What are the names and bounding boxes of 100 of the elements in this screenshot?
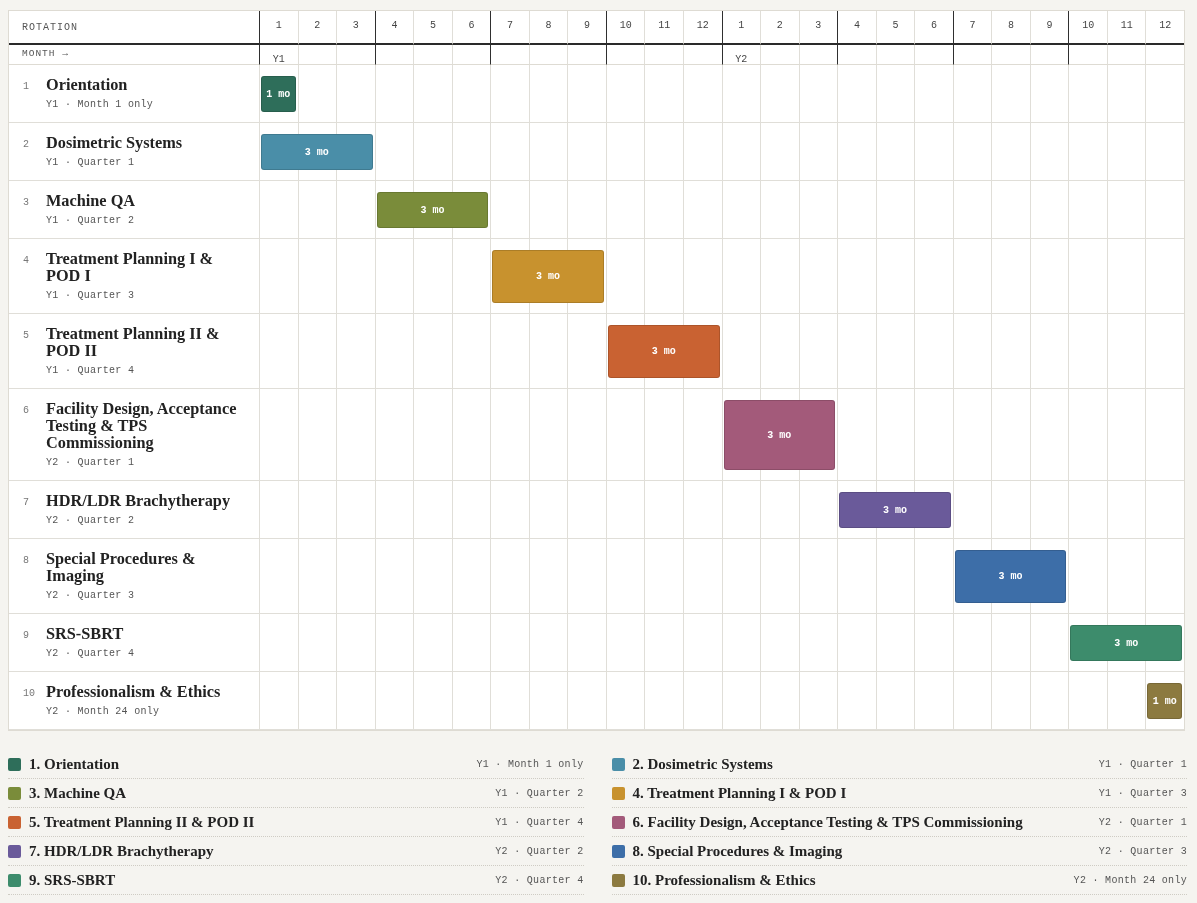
legend-title: 10. Professionalism & Ethics — [632, 871, 816, 891]
month-header: 4 — [391, 19, 398, 31]
header-cell — [567, 45, 606, 65]
header-cell — [837, 45, 876, 65]
header-cell — [605, 45, 645, 65]
row-number: 10 — [23, 687, 36, 701]
rotation-period: Y1 · Quarter 4 — [46, 364, 136, 378]
legend-title: 9. SRS-SBRT — [29, 871, 116, 891]
year-label: Y1 — [272, 53, 285, 67]
month-header: 3 — [352, 19, 359, 31]
header-cell — [490, 45, 529, 65]
schedule-bar: 3 mo — [376, 192, 489, 228]
row-number: 7 — [23, 496, 30, 510]
schedule-bar: 3 mo — [839, 492, 951, 528]
header-cell — [991, 45, 1030, 65]
month-header: 5 — [892, 19, 899, 31]
rotation-period: Y2 · Quarter 4 — [46, 647, 136, 661]
month-header: 8 — [545, 19, 552, 31]
legend-period: Y1 · Quarter 4 — [495, 816, 584, 830]
row-number: 3 — [23, 196, 30, 210]
month-header: 2 — [314, 19, 321, 31]
rotation-period: Y1 · Quarter 2 — [46, 214, 136, 228]
header-cell — [336, 45, 375, 65]
schedule-bar: 3 mo — [607, 325, 720, 378]
month-header: 9 — [584, 19, 591, 31]
month-header: 10 — [619, 19, 632, 31]
rotation-title: HDR/LDR Brachytherapy — [46, 492, 232, 509]
header-cell — [875, 45, 915, 65]
legend-title: 7. HDR/LDR Brachytherapy — [29, 842, 214, 862]
month-header: 11 — [1120, 19, 1133, 31]
legend-period: Y2 · Quarter 4 — [495, 874, 584, 888]
rotation-title: Facility Design, Acceptance Testing & TPS Commissioning — [46, 400, 238, 451]
month-header: 6 — [468, 19, 475, 31]
legend-title: 5. Treatment Planning II & POD II — [29, 813, 255, 833]
month-header: 12 — [1159, 19, 1172, 31]
month-header: 7 — [969, 19, 976, 31]
rotation-period: Y1 · Month 1 only — [46, 98, 155, 112]
header-cell — [798, 45, 838, 65]
rotation-period: Y1 · Quarter 1 — [46, 156, 136, 170]
legend-title: 1. Orientation — [29, 755, 119, 775]
rotation-period: Y2 · Month 24 only — [46, 705, 161, 719]
row-header: MONTH → — [22, 47, 69, 62]
month-header: 3 — [815, 19, 822, 31]
schedule-bar: 3 mo — [954, 550, 1067, 603]
legend-title: 3. Machine QA — [29, 784, 127, 804]
row-number: 4 — [23, 254, 30, 268]
row-number: 6 — [23, 404, 30, 418]
header-cell — [528, 45, 568, 65]
legend-period: Y1 · Quarter 1 — [1098, 758, 1187, 772]
header-cell — [413, 45, 452, 65]
month-header: 2 — [776, 19, 783, 31]
rotation-title: Dosimetric Systems — [46, 134, 184, 151]
rotation-period: Y1 · Quarter 3 — [46, 289, 136, 303]
year-label: Y2 — [735, 53, 748, 67]
legend-period: Y2 · Quarter 1 — [1098, 816, 1187, 830]
legend-period: Y1 · Quarter 3 — [1098, 787, 1187, 801]
schedule-bar: 3 mo — [261, 134, 373, 170]
row-number: 1 — [23, 80, 30, 94]
rotation-title: Treatment Planning I & POD I — [46, 250, 215, 284]
legend-period: Y2 · Quarter 3 — [1098, 845, 1187, 859]
row-number: 8 — [23, 554, 30, 568]
rotation-period: Y2 · Quarter 1 — [46, 456, 136, 470]
month-header: 5 — [429, 19, 436, 31]
legend-period: Y2 · Month 24 only — [1073, 874, 1187, 888]
row-number: 2 — [23, 138, 30, 152]
legend-title: 4. Treatment Planning I & POD I — [632, 784, 847, 804]
rotation-title: Machine QA — [46, 192, 137, 209]
month-header: 6 — [930, 19, 937, 31]
header-cell — [1029, 45, 1069, 65]
row-number: 9 — [23, 629, 30, 643]
legend-period: Y1 · Month 1 only — [476, 758, 584, 772]
legend-period: Y2 · Quarter 2 — [495, 845, 584, 859]
rotation-title: Professionalism & Ethics — [46, 683, 222, 700]
rotation-period: Y2 · Quarter 2 — [46, 514, 136, 528]
month-header: 1 — [275, 19, 282, 31]
month-header: 7 — [507, 19, 513, 31]
rotation-title: Special Procedures & Imaging — [46, 550, 197, 584]
legend-title: 2. Dosimetric Systems — [632, 755, 773, 775]
legend-title: 8. Special Procedures & Imaging — [632, 842, 843, 862]
month-header: 10 — [1082, 19, 1095, 31]
rotation-period: Y2 · Quarter 3 — [46, 589, 136, 603]
header-cell — [1068, 45, 1107, 65]
schedule-bar: 1 mo — [1147, 683, 1182, 719]
header-cell — [451, 45, 491, 65]
legend-period: Y1 · Quarter 2 — [495, 787, 584, 801]
legend-title: 6. Facility Design, Acceptance Testing & TPS Commissioning — [632, 813, 1023, 833]
month-header: 1 — [738, 19, 745, 31]
header-cell — [644, 45, 683, 65]
header-cell — [952, 45, 992, 65]
rotation-title: SRS-SBRT — [46, 625, 125, 642]
schedule-bar: 3 mo — [492, 250, 604, 303]
header-cell — [914, 45, 953, 65]
schedule-bar: 1 mo — [261, 76, 296, 112]
rotation-title: Orientation — [46, 76, 129, 93]
month-header: 4 — [853, 19, 860, 31]
column-header: ROTATION — [22, 20, 78, 35]
header-cell — [374, 45, 414, 65]
month-header: 8 — [1008, 19, 1015, 31]
month-header: 9 — [1046, 19, 1053, 31]
schedule-bar: 3 mo — [723, 400, 836, 470]
